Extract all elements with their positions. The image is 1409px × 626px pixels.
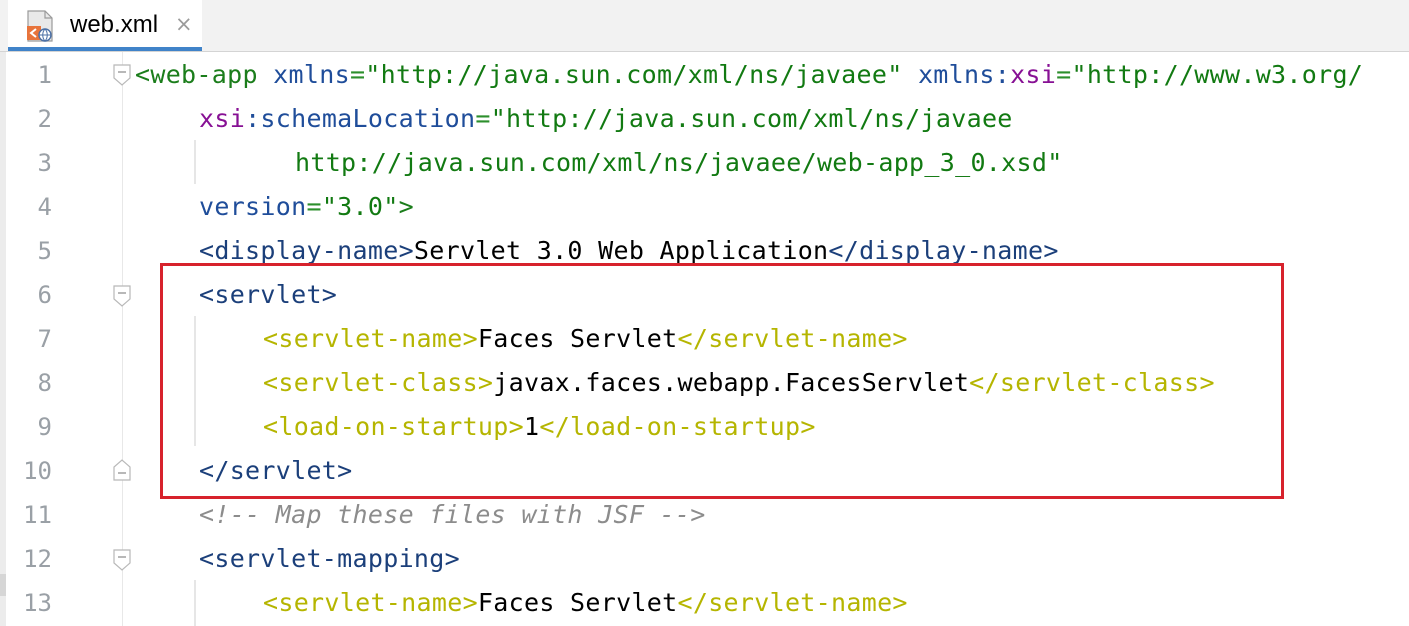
xml-attribute-value: http://java.sun.com/xml/ns/javaee/web-ap… [295,148,1063,177]
xml-tag: </load-on-startup> [539,412,816,441]
xml-tag: <servlet-name> [263,324,478,353]
line-number: 2 [37,105,52,133]
xml-attribute-value: "http://www.w3.org/ [1071,60,1364,89]
code-line-4[interactable]: version="3.0"> [199,185,414,229]
code-line-13[interactable]: <servlet-name>Faces Servlet</servlet-nam… [263,581,908,625]
xml-tag: </servlet-name> [677,324,908,353]
editor-tab-bar: web.xml × [0,0,1409,52]
xml-tag: </display-name> [828,236,1059,265]
code-line-8[interactable]: <servlet-class>javax.faces.webapp.FacesS… [263,361,1215,405]
code-line-3[interactable]: http://java.sun.com/xml/ns/javaee/web-ap… [295,141,1063,185]
line-number: 5 [37,237,52,265]
xml-tag: </servlet> [199,456,353,485]
line-number: 4 [37,193,52,221]
close-icon[interactable]: × [175,12,193,36]
code-line-1[interactable]: <web-app xmlns="http://java.sun.com/xml/… [135,53,1363,97]
line-number: 11 [23,501,52,529]
xml-text: 1 [523,412,540,441]
xml-text: Servlet 3.0 Web Application [413,236,829,265]
xml-tag: <display-name> [199,236,414,265]
tab-label: web.xml [70,11,159,38]
xml-tag: <servlet> [199,280,338,309]
code-line-6[interactable]: <servlet> [199,273,337,317]
xml-text: javax.faces.webapp.FacesServlet [493,368,970,397]
xml-attribute: xmlns [273,60,350,89]
fold-end-icon[interactable] [113,459,131,481]
tab-web-xml[interactable]: web.xml × [8,0,202,51]
xml-attribute-value: "3.0" [321,192,399,221]
xml-tag: > [398,192,414,221]
indent-guide [194,316,196,446]
xml-tag: </servlet-name> [677,588,908,617]
indent-guide [194,140,196,184]
xml-text: Faces Servlet [477,588,678,617]
line-number: 6 [37,281,52,309]
xml-equals: = [1056,60,1072,89]
code-line-5[interactable]: <display-name>Servlet 3.0 Web Applicatio… [199,229,1059,273]
xml-equals: = [349,60,366,89]
xml-comment: <!-- Map these files with JSF --> [199,500,706,529]
xml-equals: = [475,104,491,133]
line-number: 13 [23,589,52,617]
line-number: 12 [23,545,52,573]
xml-tag: <load-on-startup> [263,412,524,441]
xml-text: Faces Servlet [477,324,678,353]
xml-file-icon [27,10,53,42]
line-number: 10 [23,457,52,485]
xml-attribute-ns: xsi [1010,60,1057,89]
code-line-11[interactable]: <!-- Map these files with JSF --> [199,493,706,537]
xml-tag: <servlet-class> [263,368,494,397]
xml-attribute: version [199,192,307,221]
code-line-9[interactable]: <load-on-startup>1</load-on-startup> [263,405,816,449]
code-line-12[interactable]: <servlet-mapping> [199,537,460,581]
line-number: 3 [37,149,52,177]
xml-tag: <servlet-name> [263,588,478,617]
xml-tag: </servlet-class> [969,368,1215,397]
fold-collapse-icon[interactable] [113,64,131,86]
line-number: 1 [37,61,52,89]
fold-collapse-icon[interactable] [113,285,131,307]
xml-attribute: :schemaLocation [245,104,476,133]
xml-equals: = [306,192,322,221]
indent-guide [194,580,196,626]
code-line-10[interactable]: </servlet> [199,449,353,493]
xml-tag: <web-app [135,60,258,89]
line-number: 8 [37,369,52,397]
xml-attribute-value: "http://java.sun.com/xml/ns/javaee" [365,60,903,89]
xml-attribute-ns: xsi [199,104,246,133]
code-line-7[interactable]: <servlet-name>Faces Servlet</servlet-nam… [263,317,908,361]
code-line-2[interactable]: xsi:schemaLocation="http://java.sun.com/… [199,97,1013,141]
xml-attribute: xmlns: [917,60,1011,89]
xml-tag: <servlet-mapping> [199,544,460,573]
line-number: 9 [37,413,52,441]
fold-collapse-icon[interactable] [113,549,131,571]
line-number: 7 [37,325,52,353]
xml-attribute-value: "http://java.sun.com/xml/ns/javaee [490,104,1013,133]
